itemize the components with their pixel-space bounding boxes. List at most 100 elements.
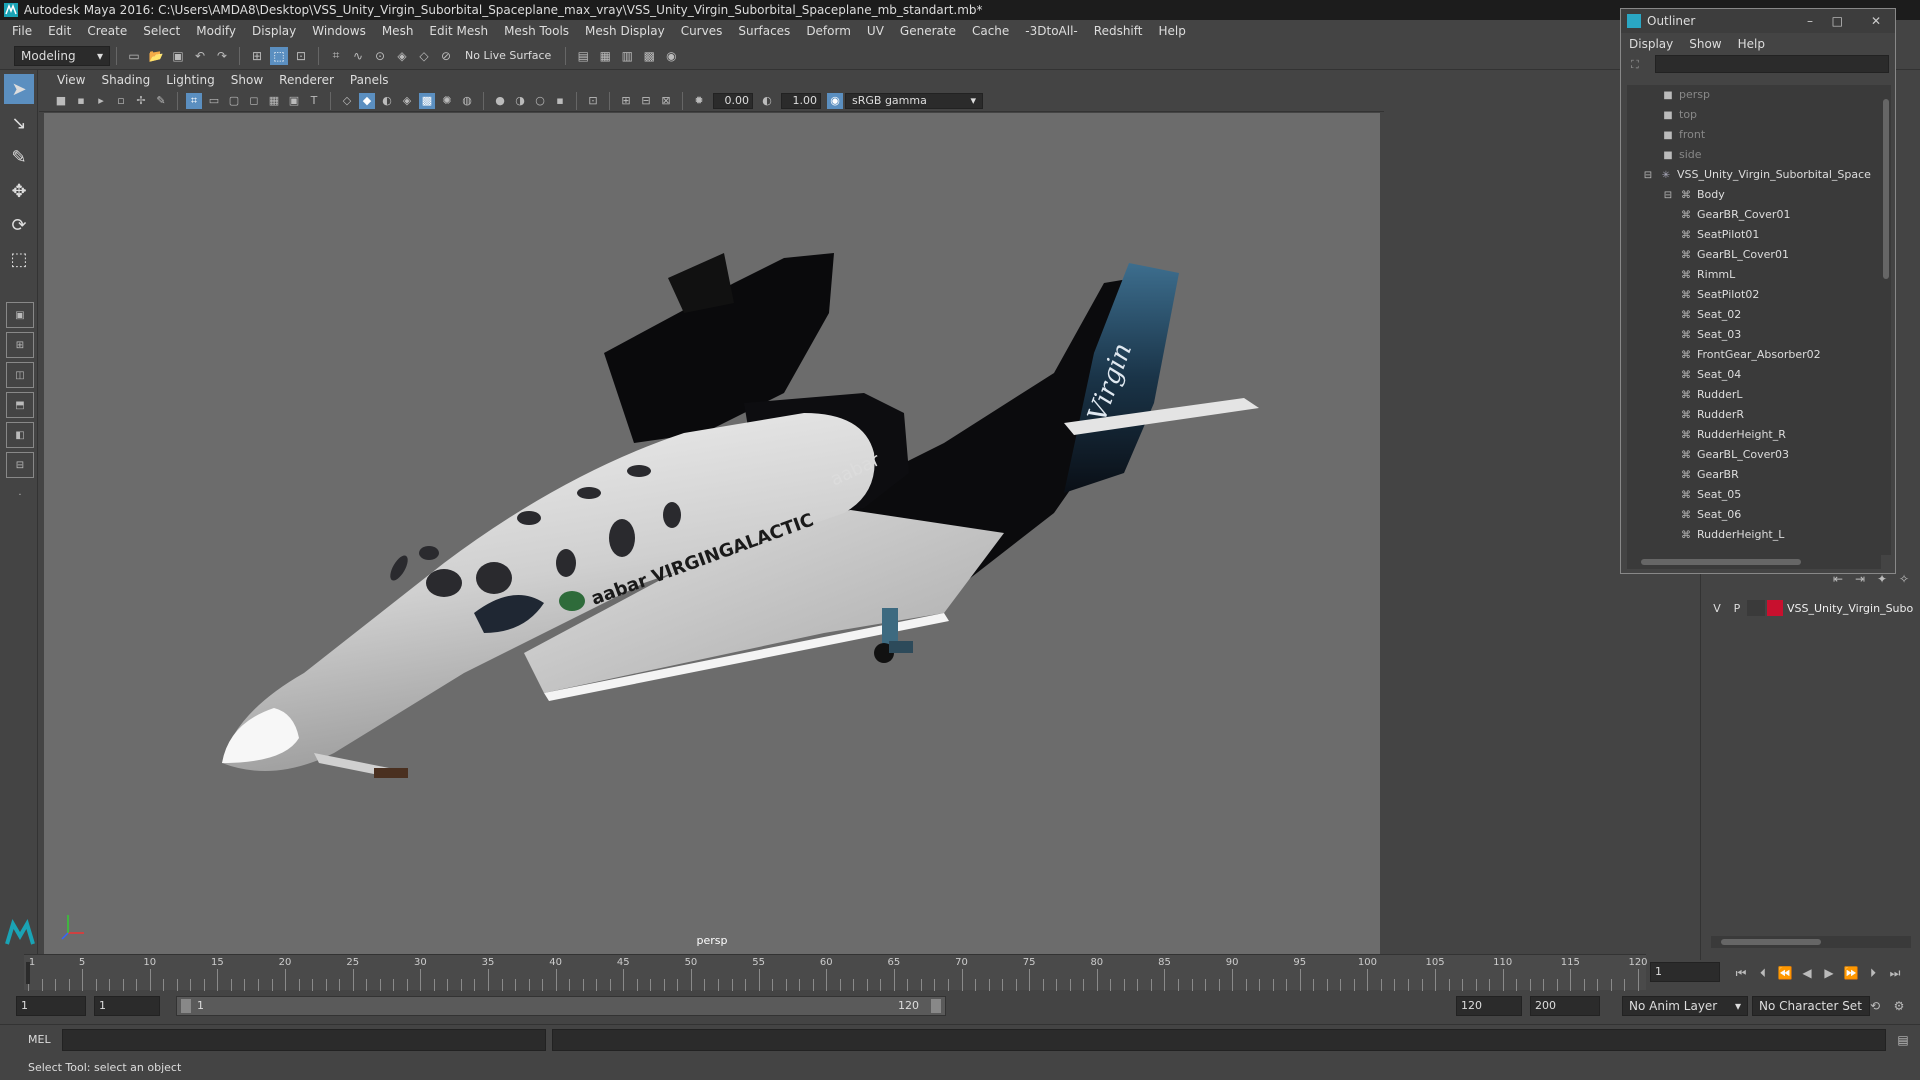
gate-mask-icon[interactable]: ◻: [246, 93, 262, 109]
outliner-item-side[interactable]: ■ side: [1661, 145, 1701, 165]
menu-redshift[interactable]: Redshift: [1086, 20, 1151, 42]
save-scene-icon[interactable]: ▣: [169, 47, 187, 65]
new-layer-selected-icon[interactable]: ✧: [1895, 570, 1913, 588]
four-view-layout-icon[interactable]: ⊞: [6, 332, 34, 358]
resolution-gate-icon[interactable]: ▢: [226, 93, 242, 109]
persp-graph-layout-icon[interactable]: ⬒: [6, 392, 34, 418]
xray-icon[interactable]: ⊞: [618, 93, 634, 109]
paint-select-tool-icon[interactable]: ✎: [4, 142, 34, 172]
layer-visibility-toggle[interactable]: V: [1707, 602, 1727, 615]
panel-menu-lighting[interactable]: Lighting: [158, 73, 223, 87]
wireframe-icon[interactable]: ◇: [339, 93, 355, 109]
hypershade-layout-icon[interactable]: ⊟: [6, 452, 34, 478]
outliner-item-mesh[interactable]: ⌘ GearBR: [1679, 465, 1739, 485]
panel-menu-panels[interactable]: Panels: [342, 73, 397, 87]
undo-icon[interactable]: ↶: [191, 47, 209, 65]
range-end-handle[interactable]: [931, 999, 941, 1013]
2d-pan-zoom-icon[interactable]: ✢: [133, 93, 149, 109]
layer-color-swatch[interactable]: [1767, 600, 1783, 616]
menu-set-dropdown[interactable]: Modeling ▾: [14, 45, 110, 66]
move-tool-icon[interactable]: ✥: [4, 176, 34, 206]
outliner-item-mesh[interactable]: ⌘ Seat_05: [1679, 485, 1741, 505]
playback-end-field[interactable]: 120: [1456, 996, 1522, 1016]
outliner-item-mesh[interactable]: ⌘ RimmL: [1679, 265, 1735, 285]
screen-space-ao-icon[interactable]: ●: [492, 93, 508, 109]
outliner-item-mesh[interactable]: ⌘ Seat_03: [1679, 325, 1741, 345]
outliner-search-input[interactable]: [1655, 55, 1889, 73]
image-plane-icon[interactable]: ▫: [113, 93, 129, 109]
step-back-key-icon[interactable]: ⏪: [1776, 964, 1794, 982]
snap-curve-icon[interactable]: ∿: [349, 47, 367, 65]
play-forward-icon[interactable]: ▶: [1820, 964, 1838, 982]
outliner-item-mesh[interactable]: ⌘ GearBL_Cover03: [1679, 445, 1789, 465]
anti-aliasing-icon[interactable]: ○: [532, 93, 548, 109]
gamma-icon[interactable]: ◐: [759, 93, 775, 109]
depth-of-field-icon[interactable]: ▪: [552, 93, 568, 109]
outliner-item-mesh[interactable]: ⌘ Seat_02: [1679, 305, 1741, 325]
outliner-item-mesh[interactable]: ⌘ Seat_04: [1679, 365, 1741, 385]
menu-deform[interactable]: Deform: [798, 20, 859, 42]
outliner-horizontal-scrollbar[interactable]: [1627, 555, 1881, 569]
shadows-icon[interactable]: ◍: [459, 93, 475, 109]
field-chart-icon[interactable]: ▦: [266, 93, 282, 109]
command-input[interactable]: [62, 1029, 546, 1051]
time-slider[interactable]: 1 5 10 15 20 25 30 35 40 45 50 55 60 65 70 75 80 85 90 95 10…: [24, 954, 1648, 991]
current-frame-field[interactable]: 1: [1650, 962, 1720, 982]
step-forward-key-icon[interactable]: ⏩: [1842, 964, 1860, 982]
outliner-item-mesh[interactable]: ⌘ SeatPilot01: [1679, 225, 1759, 245]
new-scene-icon[interactable]: ▭: [125, 47, 143, 65]
scrollbar-thumb[interactable]: [1641, 559, 1801, 565]
view-transform-dropdown[interactable]: sRGB gamma ▾: [845, 92, 983, 109]
outliner-item-mesh[interactable]: ⌘ FrontGear_Absorber02: [1679, 345, 1821, 365]
close-icon[interactable]: ✕: [1871, 9, 1881, 33]
outliner-item-mesh[interactable]: ⌘ GearBL_Cover01: [1679, 245, 1789, 265]
make-live-icon[interactable]: ⊘: [437, 47, 455, 65]
outliner-menu-display[interactable]: Display: [1629, 37, 1673, 51]
select-hierarchy-icon[interactable]: ⊞: [248, 47, 266, 65]
animation-prefs-icon[interactable]: ⚙: [1890, 997, 1908, 1015]
render-view-icon[interactable]: ▦: [596, 47, 614, 65]
outliner-title-bar[interactable]: Outliner – □ ✕: [1621, 9, 1895, 33]
exposure-icon[interactable]: ✹: [691, 93, 707, 109]
scale-tool-icon[interactable]: ⬚: [4, 244, 34, 274]
snap-surface-icon[interactable]: ◇: [415, 47, 433, 65]
auto-key-icon[interactable]: ⟲: [1866, 997, 1884, 1015]
step-forward-frame-icon[interactable]: ⏵: [1864, 964, 1882, 982]
layer-display-type[interactable]: [1747, 600, 1765, 616]
outliner-item-mesh[interactable]: ⌘ GearBR_Cover01: [1679, 205, 1790, 225]
layer-row[interactable]: V P VSS_Unity_Virgin_Subo: [1707, 598, 1919, 618]
menu-mesh-tools[interactable]: Mesh Tools: [496, 20, 577, 42]
outliner-item-body[interactable]: ⊟ ⌘ Body: [1661, 185, 1725, 205]
film-gate-icon[interactable]: ▭: [206, 93, 222, 109]
menu-surfaces[interactable]: Surfaces: [730, 20, 798, 42]
playback-start-field[interactable]: 1: [94, 996, 160, 1016]
select-component-icon[interactable]: ⊡: [292, 47, 310, 65]
character-set-dropdown[interactable]: No Character Set: [1752, 996, 1870, 1016]
panel-menu-renderer[interactable]: Renderer: [271, 73, 342, 87]
scene-end-field[interactable]: 200: [1530, 996, 1600, 1016]
outliner-item-persp[interactable]: ■ persp: [1661, 85, 1710, 105]
outliner-item-mesh[interactable]: ⌘ RudderHeight_R: [1679, 425, 1786, 445]
open-scene-icon[interactable]: 📂: [147, 47, 165, 65]
menu-generate[interactable]: Generate: [892, 20, 964, 42]
outliner-item-top[interactable]: ■ top: [1661, 105, 1697, 125]
perspective-viewport[interactable]: aabar VIRGINGALACTIC aabar Virgin persp: [44, 113, 1380, 954]
panel-menu-view[interactable]: View: [49, 73, 93, 87]
camera-attributes-icon[interactable]: ▪: [73, 93, 89, 109]
menu-mesh-display[interactable]: Mesh Display: [577, 20, 673, 42]
outliner-item-root[interactable]: ⊟ ✳ VSS_Unity_Virgin_Suborbital_Space: [1641, 165, 1871, 185]
menu-edit-mesh[interactable]: Edit Mesh: [421, 20, 496, 42]
panel-menu-shading[interactable]: Shading: [93, 73, 158, 87]
go-to-start-icon[interactable]: ⏮: [1732, 964, 1750, 982]
outliner-item-mesh[interactable]: ⌘ RudderR: [1679, 405, 1744, 425]
textured-icon[interactable]: ▩: [419, 92, 435, 109]
anim-layer-dropdown[interactable]: No Anim Layer ▾: [1622, 996, 1748, 1016]
select-object-icon[interactable]: ⬚: [270, 46, 288, 65]
menu-modify[interactable]: Modify: [188, 20, 244, 42]
render-settings-icon[interactable]: ▤: [574, 47, 592, 65]
camera-select-icon[interactable]: ■: [53, 93, 69, 109]
collapse-icon[interactable]: ⊟: [1661, 186, 1675, 206]
layer-playback-toggle[interactable]: P: [1727, 602, 1747, 615]
outliner-item-mesh[interactable]: ⌘ SeatPilot02: [1679, 285, 1759, 305]
outliner-vertical-scrollbar[interactable]: [1881, 85, 1891, 555]
